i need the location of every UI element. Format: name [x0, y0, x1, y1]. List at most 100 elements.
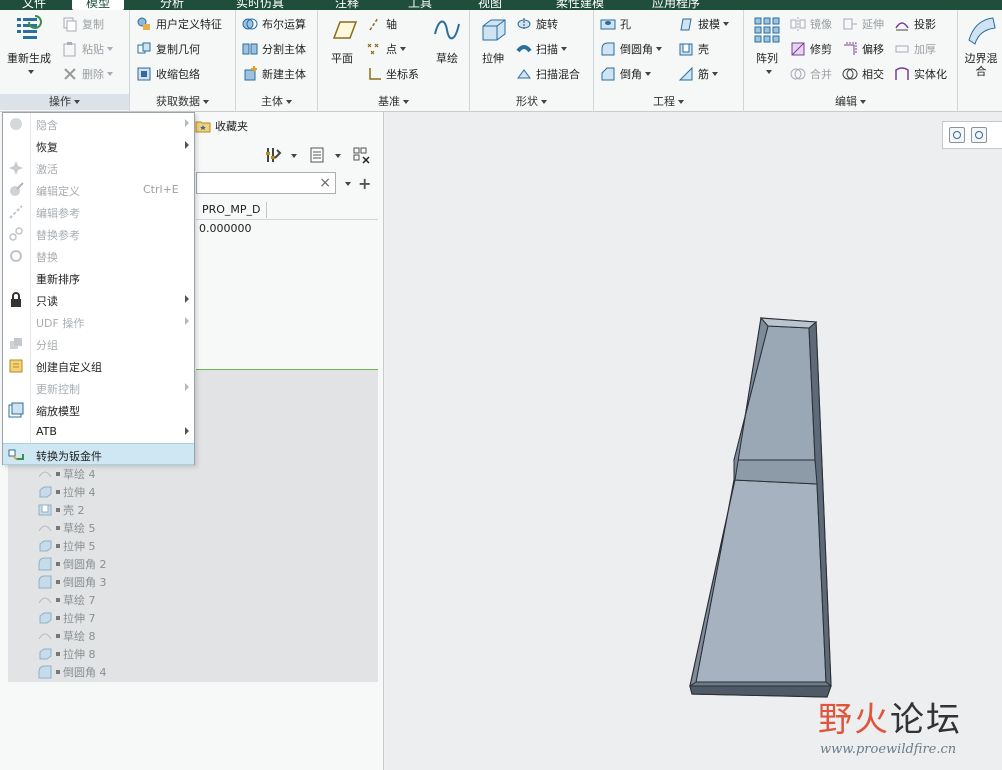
tab-file[interactable]: 文件 [22, 0, 46, 10]
offset-button[interactable]: 偏移 [842, 39, 884, 59]
trim-button[interactable]: 修剪 [790, 39, 832, 59]
sketch-button[interactable]: 草绘 [428, 14, 466, 65]
delete-button[interactable]: 删除 [62, 64, 113, 84]
csys-button[interactable]: 坐标系 [366, 64, 419, 84]
tree-item[interactable]: 倒圆角 3 [38, 573, 107, 591]
hole-button[interactable]: 孔 [600, 14, 631, 34]
menu-item-replace-references[interactable]: 替换参考 [3, 223, 194, 245]
tab-simulation[interactable]: 实时仿真 [236, 0, 284, 10]
boundary-blend-button[interactable]: 边界混合 [960, 14, 1002, 78]
copy-geometry-button[interactable]: 复制几何 [136, 39, 200, 59]
tree-item[interactable]: 壳 2 [38, 501, 85, 519]
refit-icon[interactable] [949, 127, 965, 143]
menu-item-scale-model[interactable]: 缩放模型 [3, 399, 194, 421]
tab-model[interactable]: 模型 [72, 0, 125, 10]
tab-applications[interactable]: 应用程序 [652, 0, 700, 10]
revolve-button[interactable]: 旋转 [516, 14, 558, 34]
tree-item[interactable]: 拉伸 5 [38, 537, 96, 555]
model-3d-view[interactable] [385, 112, 1002, 770]
tree-item[interactable]: 草绘 7 [38, 591, 96, 609]
watermark-logo: 野火论坛 [818, 700, 962, 740]
menu-item-suppress[interactable]: 隐含 [3, 113, 194, 135]
chamfer-button[interactable]: 倒角 [600, 64, 651, 84]
mirror-button[interactable]: 镜像 [790, 14, 832, 34]
tree-item[interactable]: 倒圆角 2 [38, 555, 107, 573]
group-label-editing[interactable]: 编辑 [744, 94, 957, 110]
draft-button[interactable]: 拔模 [678, 14, 729, 34]
intersect-button[interactable]: 相交 [842, 64, 884, 84]
menu-item-edit-definition[interactable]: 编辑定义 Ctrl+E [3, 179, 194, 201]
merge-button[interactable]: 合并 [790, 64, 832, 84]
tree-search-input[interactable]: × [196, 172, 336, 194]
group-label-shapes[interactable]: 形状 [470, 94, 593, 110]
tab-analysis[interactable]: 分析 [160, 0, 184, 10]
favorites-folder[interactable]: 收藏夹 [195, 118, 248, 134]
tree-item[interactable]: 拉伸 7 [38, 609, 96, 627]
round-icon [600, 41, 616, 57]
menu-item-reorder[interactable]: 重新排序 [3, 267, 194, 289]
new-body-button[interactable]: 新建主体 [242, 64, 306, 84]
swept-blend-button[interactable]: 扫描混合 [516, 64, 580, 84]
menu-item-activate[interactable]: 激活 [3, 157, 194, 179]
menu-item-convert-to-sheetmetal[interactable]: 转换为钣金件 [3, 443, 194, 465]
menu-item-resume[interactable]: 恢复 [3, 135, 194, 157]
pattern-button[interactable]: 阵列 [750, 14, 784, 78]
regenerate-button[interactable]: 重新生成 [4, 14, 54, 78]
shrinkwrap-button[interactable]: 收缩包络 [136, 64, 200, 84]
menu-item-update-control[interactable]: 更新控制 [3, 377, 194, 399]
clear-filter-icon[interactable]: × [319, 175, 331, 191]
filter-dropdown-icon[interactable] [345, 182, 351, 186]
round-button[interactable]: 倒圆角 [600, 39, 662, 59]
menu-item-read-only[interactable]: 只读 [3, 289, 194, 311]
tree-item[interactable]: 草绘 5 [38, 519, 96, 537]
tree-item[interactable]: 草绘 4 [38, 465, 96, 483]
sweep-button[interactable]: 扫描 [516, 39, 567, 59]
tab-annotate[interactable]: 注释 [335, 0, 359, 10]
menu-item-group[interactable]: 分组 [3, 333, 194, 355]
extend-icon [842, 16, 858, 32]
menu-item-udf-operations[interactable]: UDF 操作 [3, 311, 194, 333]
udf-button[interactable]: 用户定义特征 [136, 14, 222, 34]
tree-item[interactable]: 倒圆角 4 [38, 663, 107, 681]
solidify-icon [894, 66, 910, 82]
lock-icon [8, 292, 24, 308]
plane-button[interactable]: 平面 [324, 14, 360, 65]
filter-settings-icon[interactable] [352, 146, 372, 166]
group-label-operations[interactable]: 操作 [0, 94, 129, 110]
boolean-button[interactable]: 布尔运算 [242, 14, 306, 34]
show-list-icon[interactable] [308, 146, 326, 164]
project-button[interactable]: 投影 [894, 14, 936, 34]
menu-item-create-custom-group[interactable]: 创建自定义组 [3, 355, 194, 377]
tab-flexible-modeling[interactable]: 柔性建模 [556, 0, 604, 10]
axis-button[interactable]: 轴 [366, 14, 397, 34]
point-button[interactable]: 点 [366, 39, 406, 59]
paste-button[interactable]: 粘贴 [62, 39, 113, 59]
split-body-button[interactable]: 分割主体 [242, 39, 306, 59]
menu-item-edit-references[interactable]: 编辑参考 [3, 201, 194, 223]
tree-item[interactable]: 拉伸 4 [38, 483, 96, 501]
menu-item-atb[interactable]: ATB [3, 421, 194, 443]
solidify-button[interactable]: 实体化 [894, 64, 947, 84]
menu-item-replace[interactable]: 替换 [3, 245, 194, 267]
tree-settings-icon[interactable] [264, 146, 282, 164]
group-label-body[interactable]: 主体 [236, 94, 317, 110]
shell-icon [38, 503, 52, 517]
extend-button[interactable]: 延伸 [842, 14, 884, 34]
add-column-icon[interactable]: + [358, 174, 371, 193]
zoom-in-icon[interactable] [971, 127, 987, 143]
mirror-icon [790, 16, 806, 32]
column-header-label[interactable]: PRO_MP_D [202, 203, 261, 216]
group-label-engineering[interactable]: 工程 [594, 94, 743, 110]
shell-button[interactable]: 壳 [678, 39, 709, 59]
tab-tools[interactable]: 工具 [408, 0, 432, 10]
thicken-button[interactable]: 加厚 [894, 39, 936, 59]
rib-button[interactable]: 筋 [678, 64, 718, 84]
tree-item[interactable]: 拉伸 8 [38, 645, 96, 663]
group-label-get-data[interactable]: 获取数据 [130, 94, 235, 110]
tree-item[interactable]: 草绘 8 [38, 627, 96, 645]
extrude-button[interactable]: 拉伸 [476, 14, 510, 65]
copy-button[interactable]: 复制 [62, 14, 104, 34]
group-label-datum[interactable]: 基准 [318, 94, 469, 110]
tab-view[interactable]: 视图 [478, 0, 502, 10]
graphics-viewport[interactable] [385, 112, 1002, 770]
